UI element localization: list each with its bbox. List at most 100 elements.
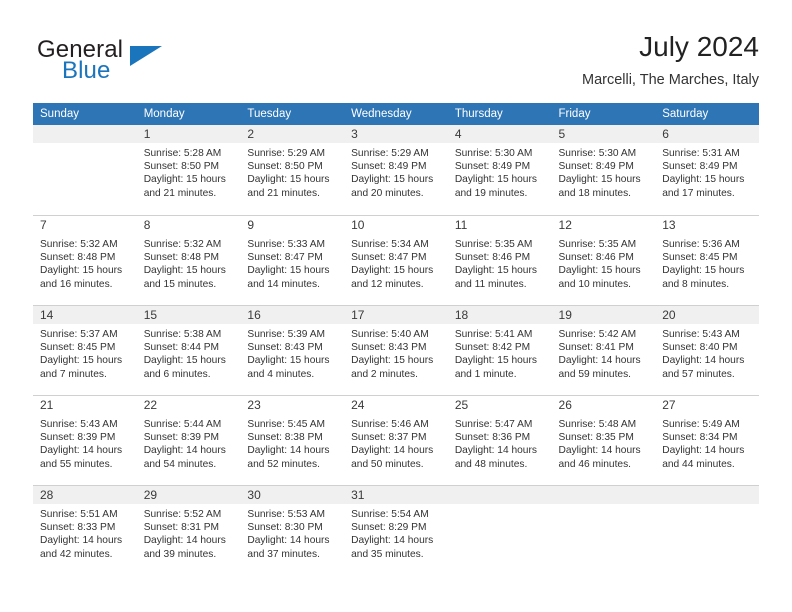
day-detail-daylight2: and 59 minutes. [558, 368, 632, 380]
weekday-header-wednesday: Wednesday [344, 103, 448, 125]
calendar-cell-inner: 19 Sunrise: 5:42 AM Sunset: 8:41 PM Dayligh… [551, 305, 656, 395]
calendar-cell-day[interactable]: 25 Sunrise: 5:47 AM Sunset: 8:36 PM Dayligh… [447, 395, 552, 485]
calendar-cell-day[interactable]: 22 Sunrise: 5:44 AM Sunset: 8:39 PM Dayligh… [136, 395, 241, 485]
day-detail-sunset: Sunset: 8:43 PM [351, 342, 427, 354]
calendar-cell-day[interactable]: 1 Sunrise: 5:28 AM Sunset: 8:50 PM Daylight… [136, 125, 241, 215]
weekday-header-saturday: Saturday [655, 103, 759, 125]
day-details [33, 143, 137, 147]
calendar-cell-day[interactable]: 24 Sunrise: 5:46 AM Sunset: 8:37 PM Dayligh… [344, 395, 448, 485]
calendar-cell-day[interactable]: 8 Sunrise: 5:32 AM Sunset: 8:48 PM Daylight… [136, 215, 241, 305]
day-detail-sunrise: Sunrise: 5:44 AM [143, 419, 222, 430]
day-detail-daylight1: Daylight: 14 hours [247, 535, 330, 547]
day-detail-daylight1: Daylight: 15 hours [247, 355, 330, 367]
calendar-cell-inner: 14 Sunrise: 5:37 AM Sunset: 8:45 PM Dayligh… [33, 305, 137, 395]
calendar-cell-day[interactable]: 21 Sunrise: 5:43 AM Sunset: 8:39 PM Dayligh… [33, 395, 137, 485]
calendar-cell-day[interactable]: 7 Sunrise: 5:32 AM Sunset: 8:48 PM Daylight… [33, 215, 137, 305]
calendar-cell-inner [655, 485, 759, 575]
day-detail-sunset: Sunset: 8:36 PM [454, 432, 531, 444]
day-detail-sunrise: Sunrise: 5:52 AM [143, 509, 222, 520]
calendar-cell-day[interactable]: 16 Sunrise: 5:39 AM Sunset: 8:43 PM Dayligh… [240, 305, 345, 395]
calendar-cell-inner: 18 Sunrise: 5:41 AM Sunset: 8:42 PM Dayligh… [447, 305, 552, 395]
day-detail-sunrise: Sunrise: 5:37 AM [40, 329, 118, 340]
day-detail-sunset: Sunset: 8:42 PM [454, 342, 531, 354]
calendar-cell-day[interactable]: 6 Sunrise: 5:31 AM Sunset: 8:49 PM Daylight… [655, 125, 759, 215]
day-detail-daylight2: and 21 minutes. [143, 187, 217, 199]
day-details: Sunrise: 5:40 AM Sunset: 8:43 PM Daylight:… [344, 324, 448, 381]
day-detail-sunset: Sunset: 8:30 PM [247, 522, 323, 534]
day-number: 18 [447, 306, 552, 324]
day-detail-daylight2: and 35 minutes. [351, 548, 424, 560]
calendar-cell-inner: 27 Sunrise: 5:49 AM Sunset: 8:34 PM Dayligh… [655, 395, 759, 485]
day-number: 26 [551, 396, 656, 414]
day-number: 13 [655, 216, 759, 234]
calendar-cell-inner: 23 Sunrise: 5:45 AM Sunset: 8:38 PM Dayligh… [240, 395, 345, 485]
calendar-cell-inner [447, 485, 552, 575]
day-detail-daylight2: and 19 minutes. [454, 187, 528, 199]
calendar-cell-day[interactable]: 15 Sunrise: 5:38 AM Sunset: 8:44 PM Dayligh… [136, 305, 241, 395]
calendar-cell-day[interactable]: 23 Sunrise: 5:45 AM Sunset: 8:38 PM Dayligh… [240, 395, 345, 485]
brand-name-blue: Blue [62, 57, 111, 84]
day-number: 21 [33, 396, 137, 414]
calendar-cell-day[interactable]: 20 Sunrise: 5:43 AM Sunset: 8:40 PM Dayligh… [655, 305, 759, 395]
calendar-cell-day[interactable]: 2 Sunrise: 5:29 AM Sunset: 8:50 PM Daylight… [240, 125, 345, 215]
calendar-cell-day[interactable]: 19 Sunrise: 5:42 AM Sunset: 8:41 PM Dayligh… [551, 305, 656, 395]
day-detail-daylight1: Daylight: 14 hours [40, 535, 123, 547]
calendar-cell-inner: 22 Sunrise: 5:44 AM Sunset: 8:39 PM Dayligh… [136, 395, 241, 485]
day-number: 19 [551, 306, 656, 324]
day-detail-sunrise: Sunrise: 5:43 AM [662, 329, 740, 340]
day-detail-daylight1: Daylight: 14 hours [40, 445, 123, 457]
day-detail-daylight1: Daylight: 15 hours [558, 174, 641, 186]
day-detail-daylight1: Daylight: 14 hours [351, 445, 434, 457]
calendar-cell-day[interactable]: 9 Sunrise: 5:33 AM Sunset: 8:47 PM Daylight… [240, 215, 345, 305]
day-detail-sunset: Sunset: 8:45 PM [662, 252, 738, 264]
calendar-page: General Blue July 2024 Marcelli, The Mar… [0, 0, 792, 612]
calendar-cell-inner: 2 Sunrise: 5:29 AM Sunset: 8:50 PM Daylight… [240, 125, 345, 215]
calendar-cell-day[interactable]: 4 Sunrise: 5:30 AM Sunset: 8:49 PM Daylight… [447, 125, 552, 215]
calendar-cell-inner: 11 Sunrise: 5:35 AM Sunset: 8:46 PM Dayligh… [447, 215, 552, 305]
calendar-cell-day[interactable]: 5 Sunrise: 5:30 AM Sunset: 8:49 PM Daylight… [551, 125, 656, 215]
day-detail-sunset: Sunset: 8:33 PM [40, 522, 116, 534]
day-detail-daylight1: Daylight: 15 hours [143, 174, 226, 186]
day-detail-sunrise: Sunrise: 5:35 AM [454, 239, 533, 250]
day-details [552, 504, 656, 508]
calendar-cell-day[interactable]: 27 Sunrise: 5:49 AM Sunset: 8:34 PM Dayligh… [655, 395, 759, 485]
day-detail-sunrise: Sunrise: 5:45 AM [247, 419, 325, 430]
calendar-cell-day[interactable]: 14 Sunrise: 5:37 AM Sunset: 8:45 PM Dayligh… [33, 305, 137, 395]
calendar-cell-day[interactable]: 11 Sunrise: 5:35 AM Sunset: 8:46 PM Dayligh… [447, 215, 552, 305]
calendar-cell-day[interactable]: 17 Sunrise: 5:40 AM Sunset: 8:43 PM Dayligh… [344, 305, 448, 395]
day-detail-sunset: Sunset: 8:49 PM [351, 161, 427, 173]
day-detail-sunset: Sunset: 8:48 PM [40, 252, 116, 264]
calendar-cell-day[interactable]: 18 Sunrise: 5:41 AM Sunset: 8:42 PM Dayligh… [447, 305, 552, 395]
calendar-week-row: 1 Sunrise: 5:28 AM Sunset: 8:50 PM Daylight… [33, 125, 759, 215]
calendar-cell-day[interactable]: 26 Sunrise: 5:48 AM Sunset: 8:35 PM Dayligh… [551, 395, 656, 485]
day-detail-sunset: Sunset: 8:41 PM [558, 342, 634, 354]
day-details: Sunrise: 5:54 AM Sunset: 8:29 PM Daylight:… [344, 504, 448, 561]
day-detail-daylight1: Daylight: 15 hours [247, 174, 330, 186]
calendar-cell-day[interactable]: 30 Sunrise: 5:53 AM Sunset: 8:30 PM Dayligh… [240, 485, 345, 575]
day-detail-sunset: Sunset: 8:50 PM [143, 161, 220, 173]
brand-logo[interactable]: General Blue [33, 34, 243, 90]
calendar-cell-day[interactable]: 12 Sunrise: 5:35 AM Sunset: 8:46 PM Dayligh… [551, 215, 656, 305]
calendar-cell-day[interactable]: 28 Sunrise: 5:51 AM Sunset: 8:33 PM Dayligh… [33, 485, 137, 575]
day-detail-daylight2: and 1 minute. [454, 368, 517, 380]
day-detail-sunset: Sunset: 8:47 PM [247, 252, 323, 264]
calendar-week-row: 21 Sunrise: 5:43 AM Sunset: 8:39 PM Dayligh… [33, 395, 759, 485]
day-detail-daylight1: Daylight: 14 hours [143, 535, 226, 547]
calendar-cell-day[interactable]: 10 Sunrise: 5:34 AM Sunset: 8:47 PM Dayligh… [344, 215, 448, 305]
day-number [551, 486, 656, 504]
calendar-cell-inner: 29 Sunrise: 5:52 AM Sunset: 8:31 PM Dayligh… [136, 485, 241, 575]
page-header: General Blue July 2024 Marcelli, The Mar… [33, 30, 759, 96]
calendar-cell-day[interactable]: 29 Sunrise: 5:52 AM Sunset: 8:31 PM Dayligh… [136, 485, 241, 575]
day-details: Sunrise: 5:33 AM Sunset: 8:47 PM Daylight:… [240, 234, 344, 291]
calendar-cell-day[interactable]: 3 Sunrise: 5:29 AM Sunset: 8:49 PM Daylight… [344, 125, 448, 215]
day-details [655, 504, 759, 508]
day-details: Sunrise: 5:47 AM Sunset: 8:36 PM Daylight:… [448, 414, 552, 471]
day-number: 22 [136, 396, 241, 414]
day-details: Sunrise: 5:34 AM Sunset: 8:47 PM Daylight:… [344, 234, 448, 291]
calendar-cell-inner [551, 485, 656, 575]
weekday-header-monday: Monday [136, 103, 241, 125]
calendar-cell-day[interactable]: 31 Sunrise: 5:54 AM Sunset: 8:29 PM Dayligh… [344, 485, 448, 575]
calendar-cell-day[interactable]: 13 Sunrise: 5:36 AM Sunset: 8:45 PM Dayligh… [655, 215, 759, 305]
day-details: Sunrise: 5:36 AM Sunset: 8:45 PM Daylight:… [655, 234, 759, 291]
day-number: 24 [344, 396, 448, 414]
